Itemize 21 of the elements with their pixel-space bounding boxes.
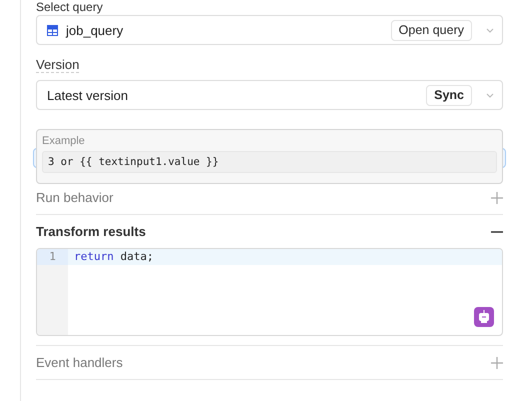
select-value: Latest version [47, 88, 129, 102]
query-select[interactable]: job_query Open query [36, 15, 503, 45]
code-editor[interactable]: 1 return data; [36, 248, 503, 336]
sync-button[interactable]: Sync [426, 84, 472, 106]
tooltip-title: Example [42, 135, 86, 147]
chevron-down-icon[interactable] [486, 28, 494, 32]
expand-icon[interactable] [491, 192, 503, 204]
section-title[interactable]: Event handlers [36, 355, 123, 370]
version-select[interactable]: Latest version Sync [36, 80, 503, 110]
line-number: 1 [37, 249, 68, 265]
table-icon [47, 24, 58, 36]
robot-icon[interactable] [474, 307, 494, 327]
example-code: 3 or {{ textinput1.value }} [42, 151, 497, 173]
field-label: Select query [36, 0, 104, 14]
field-label: Version [36, 57, 80, 73]
section-title[interactable]: Run behavior [36, 190, 114, 205]
chevron-down-icon[interactable] [486, 92, 494, 98]
open-query-button[interactable]: Open query [390, 20, 472, 40]
section-title[interactable]: Transform results [36, 224, 146, 239]
select-value: job_query [66, 22, 124, 38]
expand-icon[interactable] [491, 356, 503, 368]
